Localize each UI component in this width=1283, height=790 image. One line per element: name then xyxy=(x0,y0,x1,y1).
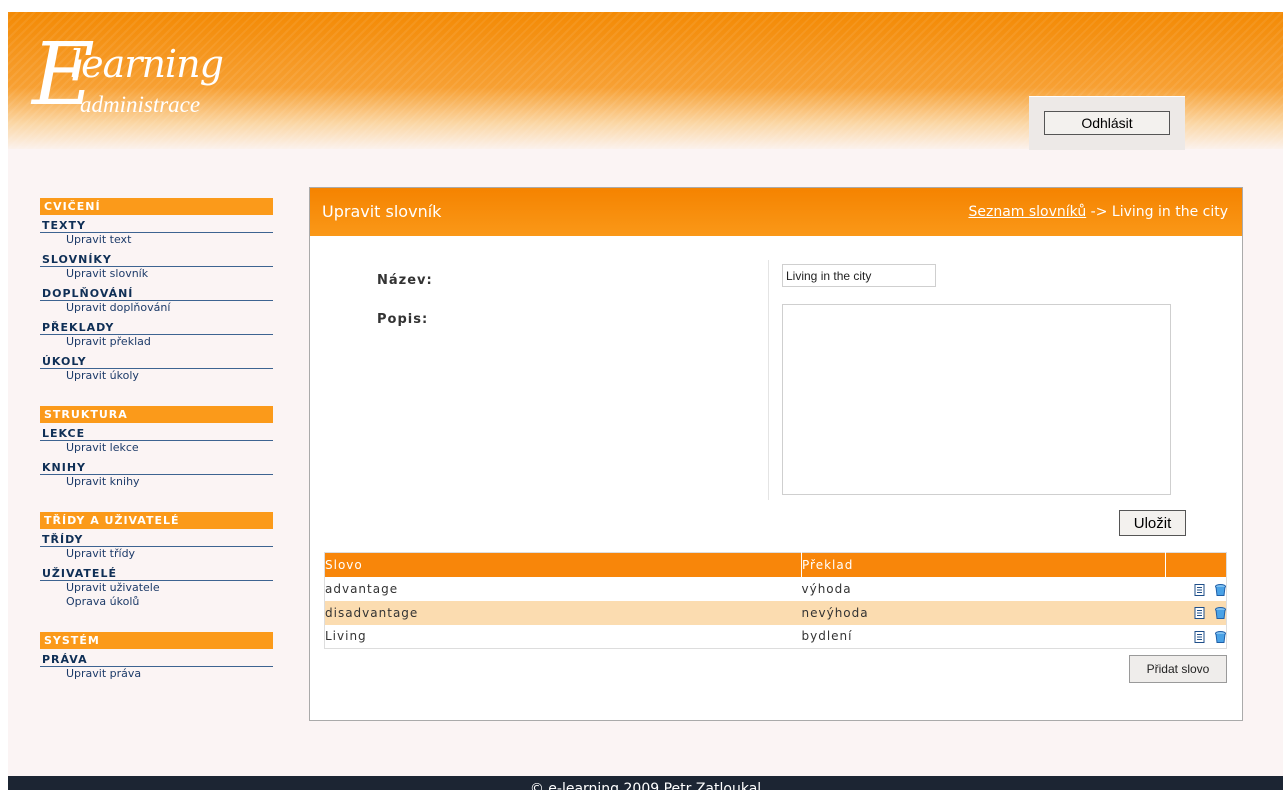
actions-cell xyxy=(1166,601,1227,625)
word-cell: disadvantage xyxy=(325,605,419,620)
form-divider xyxy=(768,260,769,500)
save-button[interactable]: Uložit xyxy=(1119,510,1186,536)
column-header-actions xyxy=(1165,552,1227,578)
sidebar-item-doplnovani[interactable]: DOPLŇOVÁNÍ xyxy=(40,287,273,301)
sidebar-link-upravit-text[interactable]: Upravit text xyxy=(40,233,273,247)
panel-header: Upravit slovník Seznam slovníků -> Livin… xyxy=(310,188,1242,236)
translation-cell: výhoda xyxy=(801,582,852,597)
footer: © e-learning 2009 Petr Zatloukal xyxy=(8,776,1283,790)
description-label: Popis: xyxy=(377,312,429,327)
translation-cell: nevýhoda xyxy=(801,605,869,620)
sidebar-group-lekce: LEKCE Upravit lekce xyxy=(40,427,273,455)
trash-bin-icon[interactable] xyxy=(1215,583,1226,596)
breadcrumb-current: Living in the city xyxy=(1111,204,1228,220)
sidebar-group-prava: PRÁVA Upravit práva xyxy=(40,653,273,681)
edit-dictionary-panel: Upravit slovník Seznam slovníků -> Livin… xyxy=(309,187,1243,721)
sidebar-section-title: TŘÍDY A UŽIVATELÉ xyxy=(40,512,273,529)
sidebar-section-struktura: STRUKTURA LEKCE Upravit lekce KNIHY Upra… xyxy=(40,406,273,489)
sidebar-item-slovniky[interactable]: SLOVNÍKY xyxy=(40,253,273,267)
add-word-button[interactable]: Přidat slovo xyxy=(1129,655,1227,683)
trash-bin-icon[interactable] xyxy=(1215,607,1226,620)
table-header-row: Slovo Překlad xyxy=(324,552,1227,578)
sidebar-section-title: STRUKTURA xyxy=(40,406,273,423)
sidebar-item-lekce[interactable]: LEKCE xyxy=(40,427,273,441)
sidebar-group-ukoly: ÚKOLY Upravit úkoly xyxy=(40,355,273,383)
sidebar-link-oprava-ukolu[interactable]: Oprava úkolů xyxy=(40,595,273,609)
sidebar-item-knihy[interactable]: KNIHY xyxy=(40,461,273,475)
sidebar-link-upravit-lekce[interactable]: Upravit lekce xyxy=(40,441,273,455)
sidebar-section-tridy-a-uzivatele: TŘÍDY A UŽIVATELÉ TŘÍDY Upravit třídy UŽ… xyxy=(40,512,273,609)
breadcrumb-link-dictionary-list[interactable]: Seznam slovníků xyxy=(968,204,1086,220)
sidebar-link-upravit-knihy[interactable]: Upravit knihy xyxy=(40,475,273,489)
column-header-word: Slovo xyxy=(325,558,363,573)
sidebar-item-uzivatele[interactable]: UŽIVATELÉ xyxy=(40,567,273,581)
word-cell: Living xyxy=(325,629,367,644)
trash-bin-icon[interactable] xyxy=(1215,630,1226,643)
header: E learning administrace Odhlásit xyxy=(8,12,1283,150)
table-row: disadvantage nevýhoda xyxy=(324,601,1227,625)
sidebar-item-prava[interactable]: PRÁVA xyxy=(40,653,273,667)
sidebar-link-upravit-tridy[interactable]: Upravit třídy xyxy=(40,547,273,561)
description-textarea[interactable] xyxy=(782,304,1171,495)
table-row: advantage výhoda xyxy=(325,577,1227,601)
page-frame: E learning administrace Odhlásit CVIČENÍ… xyxy=(8,12,1283,790)
footer-copyright: © e-learning 2009 Petr Zatloukal xyxy=(529,781,762,790)
sidebar-group-uzivatele: UŽIVATELÉ Upravit uživatele Oprava úkolů xyxy=(40,567,273,609)
logo-word-administrace: administrace xyxy=(80,92,201,117)
words-table: Slovo Překlad advantage výhoda disadvant… xyxy=(324,552,1227,649)
translation-cell: bydlení xyxy=(801,629,853,644)
breadcrumb: Seznam slovníků -> Living in the city xyxy=(968,203,1228,221)
sidebar-link-upravit-preklad[interactable]: Upravit překlad xyxy=(40,335,273,349)
sidebar-section-title: CVIČENÍ xyxy=(40,198,273,215)
sidebar-link-upravit-ukoly[interactable]: Upravit úkoly xyxy=(40,369,273,383)
breadcrumb-separator: -> xyxy=(1090,204,1108,220)
sidebar-group-tridy: TŘÍDY Upravit třídy xyxy=(40,533,273,561)
actions-cell xyxy=(1166,625,1227,649)
sidebar-link-upravit-prava[interactable]: Upravit práva xyxy=(40,667,273,681)
sidebar-group-knihy: KNIHY Upravit knihy xyxy=(40,461,273,489)
name-label: Název: xyxy=(377,273,433,288)
sidebar-section-system: SYSTÉM PRÁVA Upravit práva xyxy=(40,632,273,681)
table-row: Living bydlení xyxy=(325,625,1227,649)
elearning-logo: E learning administrace xyxy=(30,32,260,128)
sidebar-group-texty: TEXTY Upravit text xyxy=(40,219,273,247)
column-header-translation: Překlad xyxy=(801,552,1166,578)
document-edit-icon[interactable] xyxy=(1194,583,1205,596)
sidebar-item-ukoly[interactable]: ÚKOLY xyxy=(40,355,273,369)
sidebar-link-upravit-slovnik[interactable]: Upravit slovník xyxy=(40,267,273,281)
logout-tab: Odhlásit xyxy=(1029,96,1185,150)
logo-word-learning: learning xyxy=(70,42,224,86)
sidebar-nav: CVIČENÍ TEXTY Upravit text SLOVNÍKY Upra… xyxy=(40,198,273,704)
page-title: Upravit slovník xyxy=(322,202,442,221)
actions-cell xyxy=(1166,577,1227,601)
sidebar-section-title: SYSTÉM xyxy=(40,632,273,649)
sidebar-link-upravit-uzivatele[interactable]: Upravit uživatele xyxy=(40,581,273,595)
sidebar-item-texty[interactable]: TEXTY xyxy=(40,219,273,233)
document-edit-icon[interactable] xyxy=(1194,607,1205,620)
sidebar-item-preklady[interactable]: PŘEKLADY xyxy=(40,321,273,335)
sidebar-item-tridy[interactable]: TŘÍDY xyxy=(40,533,273,547)
sidebar-group-preklady: PŘEKLADY Upravit překlad xyxy=(40,321,273,349)
sidebar-group-doplnovani: DOPLŇOVÁNÍ Upravit doplňování xyxy=(40,287,273,315)
logout-button[interactable]: Odhlásit xyxy=(1044,111,1170,135)
document-edit-icon[interactable] xyxy=(1194,630,1205,643)
word-cell: advantage xyxy=(325,582,399,597)
name-input[interactable] xyxy=(782,264,936,287)
sidebar-link-upravit-doplnovani[interactable]: Upravit doplňování xyxy=(40,301,273,315)
sidebar-group-slovniky: SLOVNÍKY Upravit slovník xyxy=(40,253,273,281)
sidebar-section-cviceni: CVIČENÍ TEXTY Upravit text SLOVNÍKY Upra… xyxy=(40,198,273,383)
